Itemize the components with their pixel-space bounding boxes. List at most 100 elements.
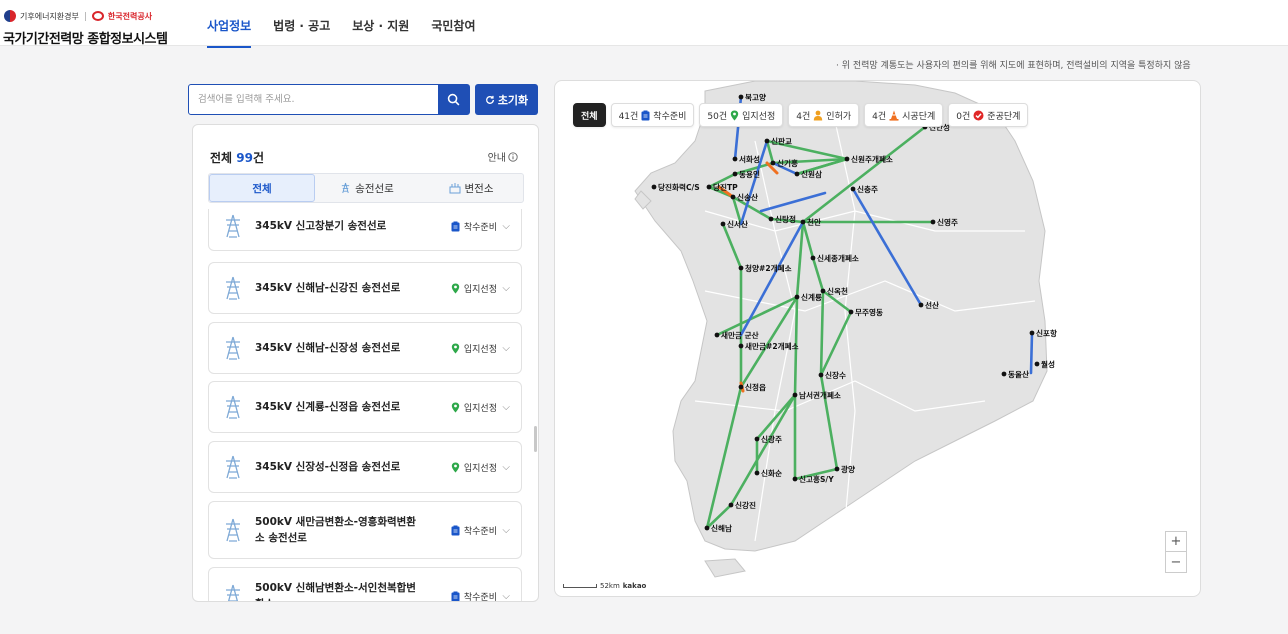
list-item[interactable]: 345kV 신해남-신강진 송전선로 입지선정 ⌵ <box>208 262 522 314</box>
city-dot[interactable] <box>1034 361 1040 367</box>
city-dot[interactable] <box>732 156 738 162</box>
city-dot[interactable] <box>706 184 712 190</box>
city-marker[interactable]: 남서권개폐소 <box>792 390 841 400</box>
filter-chip-permit[interactable]: 4건 인허가 <box>788 103 860 127</box>
city-dot[interactable] <box>730 194 736 200</box>
chevron-down-icon[interactable]: ⌵ <box>502 402 510 413</box>
city-dot[interactable] <box>818 372 824 378</box>
list-item[interactable]: 500kV 새만금변환소-영흥화력변환소 송전선로 착수준비 ⌵ <box>208 501 522 559</box>
city-dot[interactable] <box>1029 330 1035 336</box>
city-marker[interactable]: 신원주개폐소 <box>844 154 893 164</box>
item-name: 500kV 신해남변환소-서인천복합변환소 <box>255 582 416 601</box>
chevron-down-icon[interactable]: ⌵ <box>502 221 510 232</box>
city-label: 신장수 <box>825 370 846 380</box>
city-dot[interactable] <box>792 476 798 482</box>
city-dot[interactable] <box>1001 371 1007 377</box>
city-dot[interactable] <box>714 332 720 338</box>
city-dot[interactable] <box>651 184 657 190</box>
nav-item-business-info[interactable]: 사업정보 <box>207 17 252 48</box>
city-dot[interactable] <box>834 466 840 472</box>
city-dot[interactable] <box>930 219 936 225</box>
chevron-down-icon[interactable]: ⌵ <box>502 343 510 354</box>
city-label: 동용인 <box>739 169 760 179</box>
city-label: 월성 <box>1041 359 1055 369</box>
list-item[interactable]: 345kV 신고창분기 송전선로 착수준비 ⌵ <box>208 209 522 251</box>
city-marker[interactable]: 신세종개폐소 <box>810 253 859 263</box>
city-dot[interactable] <box>768 216 774 222</box>
nav-item-compensation[interactable]: 보상 · 지원 <box>352 17 409 48</box>
zoom-in-button[interactable]: + <box>1165 531 1187 552</box>
city-dot[interactable] <box>918 302 924 308</box>
filter-chip-all[interactable]: 전체 <box>573 103 606 127</box>
tab-all[interactable]: 전체 <box>209 174 315 202</box>
city-dot[interactable] <box>764 138 770 144</box>
city-dot[interactable] <box>738 94 744 100</box>
list-scrollbar[interactable] <box>534 426 537 452</box>
city-dot[interactable] <box>738 343 744 349</box>
city-dot[interactable] <box>848 309 854 315</box>
city-marker[interactable]: 새만금#2개폐소 <box>738 341 799 351</box>
power-grid-map[interactable]: 북고양 신안성 서화성 신판교 신기흥 신원주개폐소 동용인 신원삼 당진화력C/S 당진TP 신송… <box>554 80 1201 597</box>
nav-item-participation[interactable]: 국민참여 <box>431 17 475 48</box>
city-dot[interactable] <box>850 186 856 192</box>
filter-chip-completion[interactable]: 0건 준공단계 <box>948 103 1029 127</box>
chevron-down-icon[interactable]: ⌵ <box>502 525 510 536</box>
filter-label: 시공단계 <box>902 111 936 122</box>
category-tabs: 전체 송전선로 변전소 <box>208 173 524 203</box>
search-input[interactable] <box>189 85 438 114</box>
chevron-down-icon[interactable]: ⌵ <box>502 462 510 473</box>
city-dot[interactable] <box>754 436 760 442</box>
chevron-down-icon[interactable]: ⌵ <box>502 591 510 602</box>
search-icon <box>447 93 460 106</box>
city-dot[interactable] <box>720 221 726 227</box>
chevron-down-icon[interactable]: ⌵ <box>502 283 510 294</box>
filter-chip-construction[interactable]: 4건 시공단계 <box>864 103 944 127</box>
city-marker[interactable]: 신고흥S/Y <box>792 474 835 484</box>
city-dot[interactable] <box>770 160 776 166</box>
city-dot[interactable] <box>738 384 744 390</box>
list-item[interactable]: 345kV 신해남-신장성 송전선로 입지선정 ⌵ <box>208 322 522 374</box>
tab-substation[interactable]: 변전소 <box>419 174 523 202</box>
city-label: 신세종개폐소 <box>817 253 859 263</box>
city-marker[interactable]: 새만금 군산 <box>714 330 759 340</box>
city-dot[interactable] <box>794 171 800 177</box>
filter-chip-site-selection[interactable]: 50건 입지선정 <box>699 103 784 127</box>
city-label: 신고흥S/Y <box>799 474 834 484</box>
city-dot[interactable] <box>728 502 734 508</box>
list-item[interactable]: 345kV 신장성-신정읍 송전선로 입지선정 ⌵ <box>208 441 522 493</box>
filter-count: 41건 <box>618 111 639 122</box>
blue-transmission-line[interactable] <box>1029 331 1034 375</box>
city-dot[interactable] <box>800 219 806 225</box>
transmission-tower-icon <box>226 336 240 360</box>
zoom-out-button[interactable]: − <box>1165 552 1187 573</box>
city-dot[interactable] <box>754 470 760 476</box>
scale-label: 52km <box>600 582 620 590</box>
logo-row[interactable]: 기후에너지환경부 한국전력공사 <box>4 10 152 22</box>
city-dot[interactable] <box>732 171 738 177</box>
city-dot[interactable] <box>792 392 798 398</box>
city-dot[interactable] <box>794 294 800 300</box>
city-dot[interactable] <box>810 255 816 261</box>
transmission-tower-icon <box>226 214 240 238</box>
list-item[interactable]: 345kV 신계룡-신정읍 송전선로 입지선정 ⌵ <box>208 381 522 433</box>
city-marker[interactable]: 당진화력C/S <box>651 182 700 192</box>
guide-button[interactable]: 안내 <box>488 149 518 164</box>
tab-transmission-line[interactable]: 송전선로 <box>315 174 419 202</box>
site-title[interactable]: 국가기간전력망 종합정보시스템 <box>3 28 168 47</box>
total-count: 전체 99건 <box>210 149 264 166</box>
reset-button[interactable]: 초기화 <box>475 84 538 115</box>
transmission-tower-icon <box>226 518 240 542</box>
search-button[interactable] <box>438 85 469 114</box>
city-dot[interactable] <box>738 265 744 271</box>
nav-item-laws[interactable]: 법령 · 공고 <box>273 17 330 48</box>
scale-bar <box>563 584 597 588</box>
city-label: 동울산 <box>1008 369 1029 379</box>
city-label: 신계룡 <box>801 292 822 302</box>
city-dot[interactable] <box>844 156 850 162</box>
list-item[interactable]: 500kV 신해남변환소-서인천복합변환소 착수준비 ⌵ <box>208 567 522 602</box>
city-dot[interactable] <box>704 525 710 531</box>
item-name: 345kV 신해남-신강진 송전선로 <box>255 282 401 294</box>
city-marker[interactable]: 청양#2개폐소 <box>738 263 792 273</box>
korea-map-canvas: 북고양신안성서화성신판교신기흥 신원주개폐소동용인 신원삼당진화력C/S 당진TP신송… <box>634 81 1057 578</box>
filter-chip-preparation[interactable]: 41건 착수준비 <box>610 103 695 127</box>
